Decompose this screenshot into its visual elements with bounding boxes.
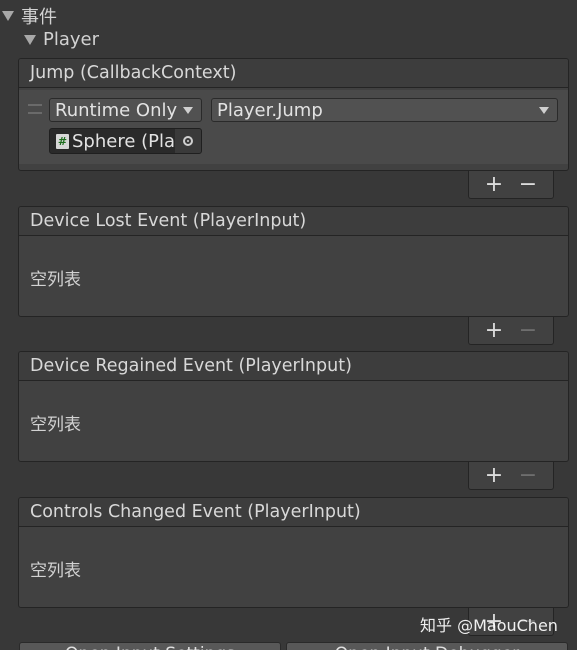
device-regained-empty-label: 空列表 [30, 415, 81, 435]
function-value: Player.Jump [217, 99, 323, 121]
device-lost-empty-label: 空列表 [30, 270, 81, 290]
runtime-mode-value: Runtime Only [55, 99, 178, 121]
events-foldout[interactable]: 事件 [2, 3, 57, 29]
add-listener-button[interactable]: + [479, 319, 509, 342]
controls-changed-event-title: Controls Changed Event (PlayerInput) [30, 502, 361, 522]
zhihu-watermark: 知乎 @MaouChen [420, 616, 558, 635]
foldout-arrow-icon[interactable] [2, 11, 14, 21]
device-lost-list-footer: + − [468, 317, 554, 345]
player-foldout-label: Player [43, 29, 100, 50]
remove-listener-button: − [518, 317, 538, 343]
device-lost-event-title: Device Lost Event (PlayerInput) [30, 211, 307, 231]
jump-listener-row[interactable]: Runtime Only Player.Jump # Sphere (Playe… [19, 90, 568, 164]
runtime-mode-dropdown[interactable]: Runtime Only [49, 98, 202, 122]
device-lost-event-header: Device Lost Event (PlayerInput) [19, 207, 568, 236]
remove-listener-button[interactable]: − [513, 173, 543, 196]
controls-changed-event-box: Controls Changed Event (PlayerInput) 空列表 [18, 497, 569, 608]
device-regained-event-title: Device Regained Event (PlayerInput) [30, 356, 352, 376]
remove-listener-button: − [518, 462, 538, 488]
open-input-debugger-button[interactable]: Open Input Debugger [286, 642, 568, 650]
jump-event-title: Jump (CallbackContext) [30, 63, 237, 83]
controls-changed-event-header: Controls Changed Event (PlayerInput) [19, 498, 568, 527]
controls-changed-empty-label: 空列表 [30, 561, 81, 581]
player-foldout[interactable]: Player [24, 29, 99, 50]
inspector-events-panel: 事件 Player Jump (CallbackContext) Runtime… [0, 0, 577, 650]
script-icon: # [56, 133, 69, 149]
add-listener-button[interactable]: + [479, 464, 509, 487]
open-input-settings-button[interactable]: Open Input Settings [19, 642, 281, 650]
jump-list-footer: + − [468, 171, 554, 199]
object-picker-button[interactable] [175, 129, 201, 153]
add-listener-button[interactable]: + [479, 173, 509, 196]
events-foldout-label: 事件 [21, 7, 57, 28]
chevron-down-icon [183, 107, 193, 114]
object-picker-icon [183, 136, 193, 146]
device-regained-list-footer: + − [468, 462, 554, 490]
function-dropdown[interactable]: Player.Jump [211, 98, 558, 122]
target-object-value: Sphere (Player) [72, 130, 175, 152]
jump-event-header: Jump (CallbackContext) [19, 59, 568, 88]
foldout-arrow-icon[interactable] [24, 34, 36, 45]
chevron-down-icon [539, 107, 549, 114]
device-lost-event-box: Device Lost Event (PlayerInput) 空列表 [18, 206, 569, 317]
target-object-field[interactable]: # Sphere (Player) [49, 128, 202, 154]
device-regained-event-box: Device Regained Event (PlayerInput) 空列表 [18, 351, 569, 462]
device-regained-event-header: Device Regained Event (PlayerInput) [19, 352, 568, 381]
drag-handle-icon[interactable] [28, 104, 42, 114]
